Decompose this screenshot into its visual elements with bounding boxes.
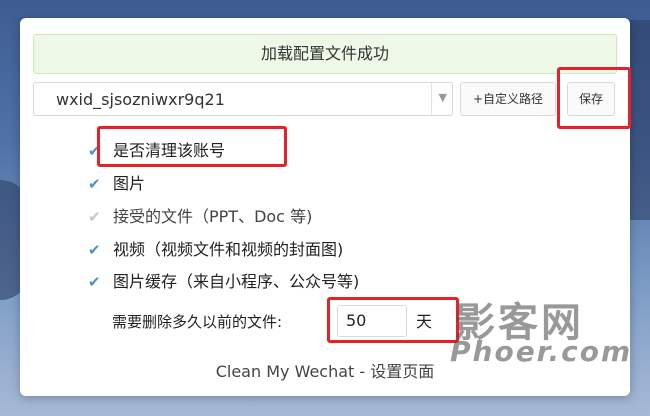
highlight-box (97, 126, 287, 167)
check-icon: ✔ (88, 208, 101, 226)
days-label: 需要删除多久以前的文件: (112, 313, 283, 331)
option-label: 视频（视频文件和视频的封面图) (113, 240, 344, 259)
option-label: 接受的文件（PPT、Doc 等) (113, 207, 313, 226)
check-icon: ✔ (88, 241, 101, 259)
account-select[interactable]: wxid_sjsozniwxr9q21 ▼ (33, 82, 453, 116)
check-icon: ✔ (88, 273, 101, 291)
option-image-cache[interactable]: ✔ 图片缓存（来自小程序、公众号等) (88, 270, 360, 294)
option-label: 图片 (113, 174, 146, 193)
select-arrow-box[interactable]: ▼ (431, 83, 452, 115)
chevron-down-icon: ▼ (438, 91, 447, 104)
option-videos[interactable]: ✔ 视频（视频文件和视频的封面图) (88, 238, 344, 262)
option-images[interactable]: ✔ 图片 (88, 172, 146, 196)
highlight-box (557, 67, 631, 129)
option-label: 图片缓存（来自小程序、公众号等) (113, 272, 360, 291)
option-received-files[interactable]: ✔ 接受的文件（PPT、Doc 等) (88, 205, 313, 229)
success-banner: 加载配置文件成功 (33, 34, 617, 74)
highlight-box (327, 297, 459, 343)
custom-path-button[interactable]: +自定义路径 (460, 82, 556, 116)
check-icon: ✔ (88, 175, 101, 193)
account-select-value: wxid_sjsozniwxr9q21 (56, 90, 225, 109)
watermark-url: Phoer.com (450, 335, 633, 368)
